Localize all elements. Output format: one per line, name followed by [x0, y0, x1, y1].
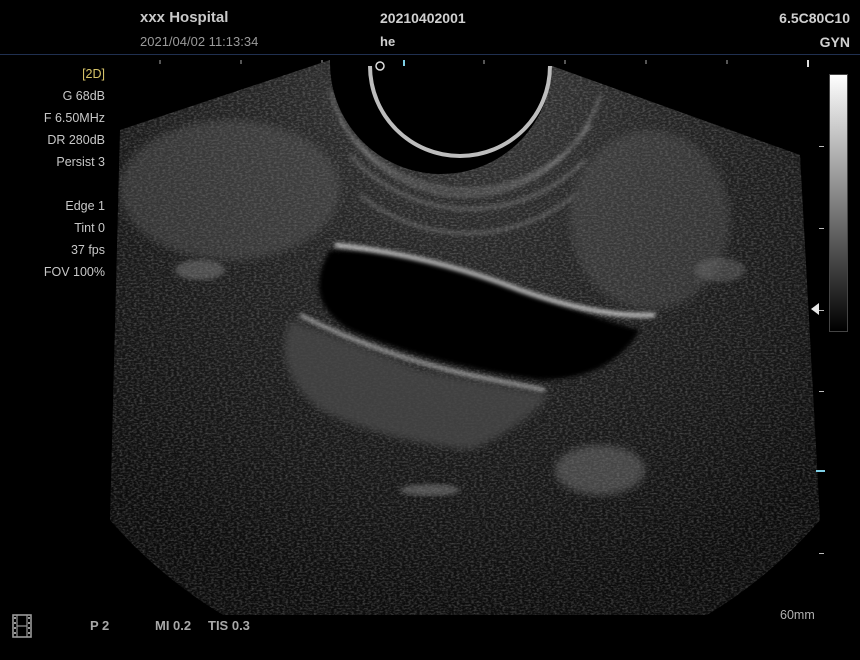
imaging-parameters: [2D] G 68dB F 6.50MHz DR 280dB Persist 3…	[0, 63, 105, 283]
mi-value: MI 0.2	[155, 618, 192, 633]
dynamic-range-value: DR 280dB	[47, 133, 105, 147]
lateral-scale-ticks	[159, 60, 728, 64]
film-strip-icon[interactable]	[10, 614, 34, 638]
tis-value: TIS 0.3	[208, 618, 250, 633]
power-value: P 2	[90, 618, 110, 633]
depth-value: 60mm	[780, 608, 815, 622]
fov-value: FOV 100%	[43, 265, 105, 279]
ultrasound-image[interactable]	[0, 0, 860, 660]
focus-pointer-icon[interactable]	[811, 303, 819, 315]
edge-marker	[807, 60, 809, 67]
depth-tick	[819, 146, 824, 147]
edge-value: Edge 1	[65, 199, 105, 213]
center-marker	[403, 60, 405, 66]
persist-value: Persist 3	[56, 155, 105, 169]
depth-tick	[819, 228, 824, 229]
greyscale-bar	[829, 74, 848, 332]
gain-value: G 68dB	[62, 89, 105, 103]
mode-label: [2D]	[82, 67, 105, 81]
depth-tick	[819, 553, 824, 554]
focus-depth-marker[interactable]	[816, 470, 825, 472]
depth-tick	[819, 391, 824, 392]
frame-rate-value: 37 fps	[70, 243, 105, 257]
tint-value: Tint 0	[74, 221, 105, 235]
frequency-value: F 6.50MHz	[43, 111, 105, 125]
depth-tick	[819, 310, 824, 311]
